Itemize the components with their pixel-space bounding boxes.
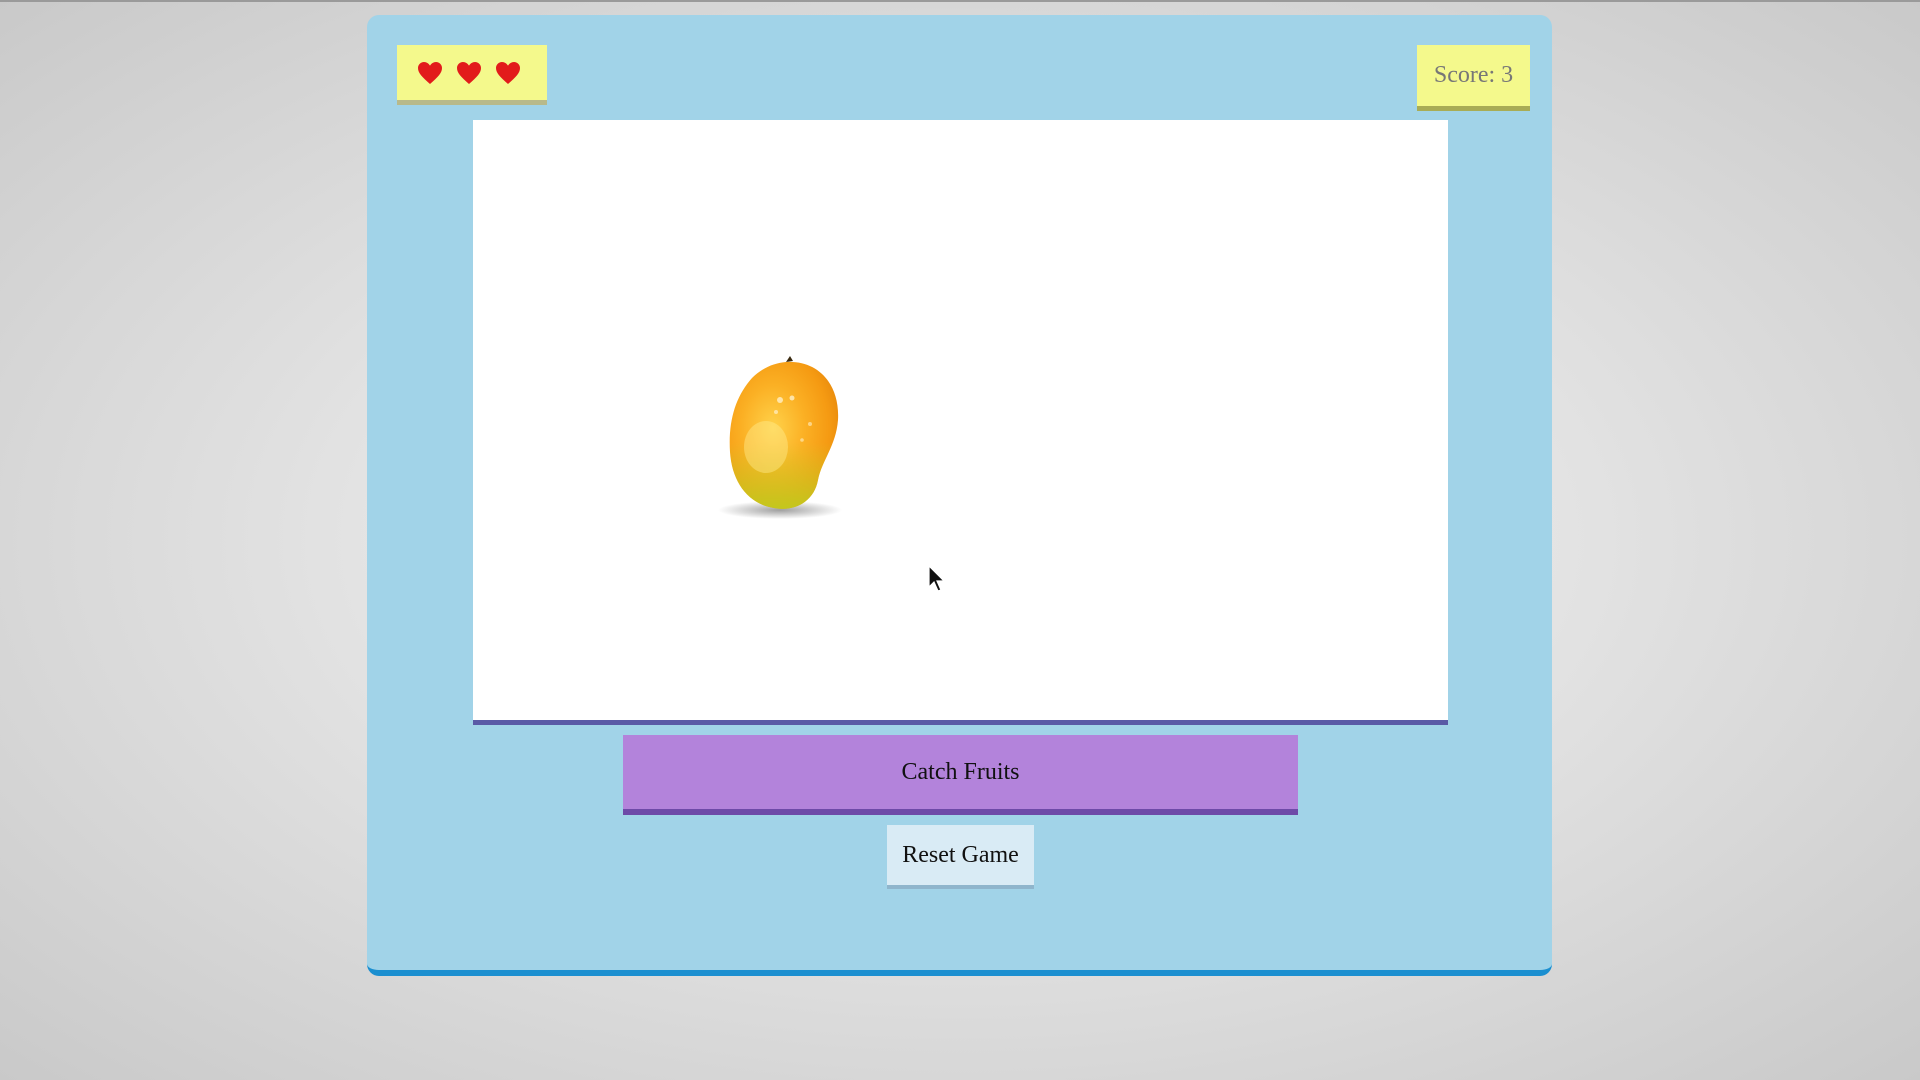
mango-icon[interactable] (718, 342, 848, 522)
reset-game-button[interactable]: Reset Game (887, 825, 1034, 889)
score-display: Score: 3 (1417, 45, 1530, 111)
heart-icon (418, 61, 442, 84)
play-area[interactable] (473, 120, 1448, 725)
game-container: Score: 3 Catch Fruits Reset Game (367, 15, 1552, 976)
lives-panel (397, 45, 547, 105)
catch-fruits-button[interactable]: Catch Fruits (623, 735, 1298, 815)
heart-icon (457, 61, 481, 84)
window-top-edge (0, 0, 1920, 2)
heart-icon (496, 61, 520, 84)
mouse-cursor-icon (928, 565, 946, 592)
